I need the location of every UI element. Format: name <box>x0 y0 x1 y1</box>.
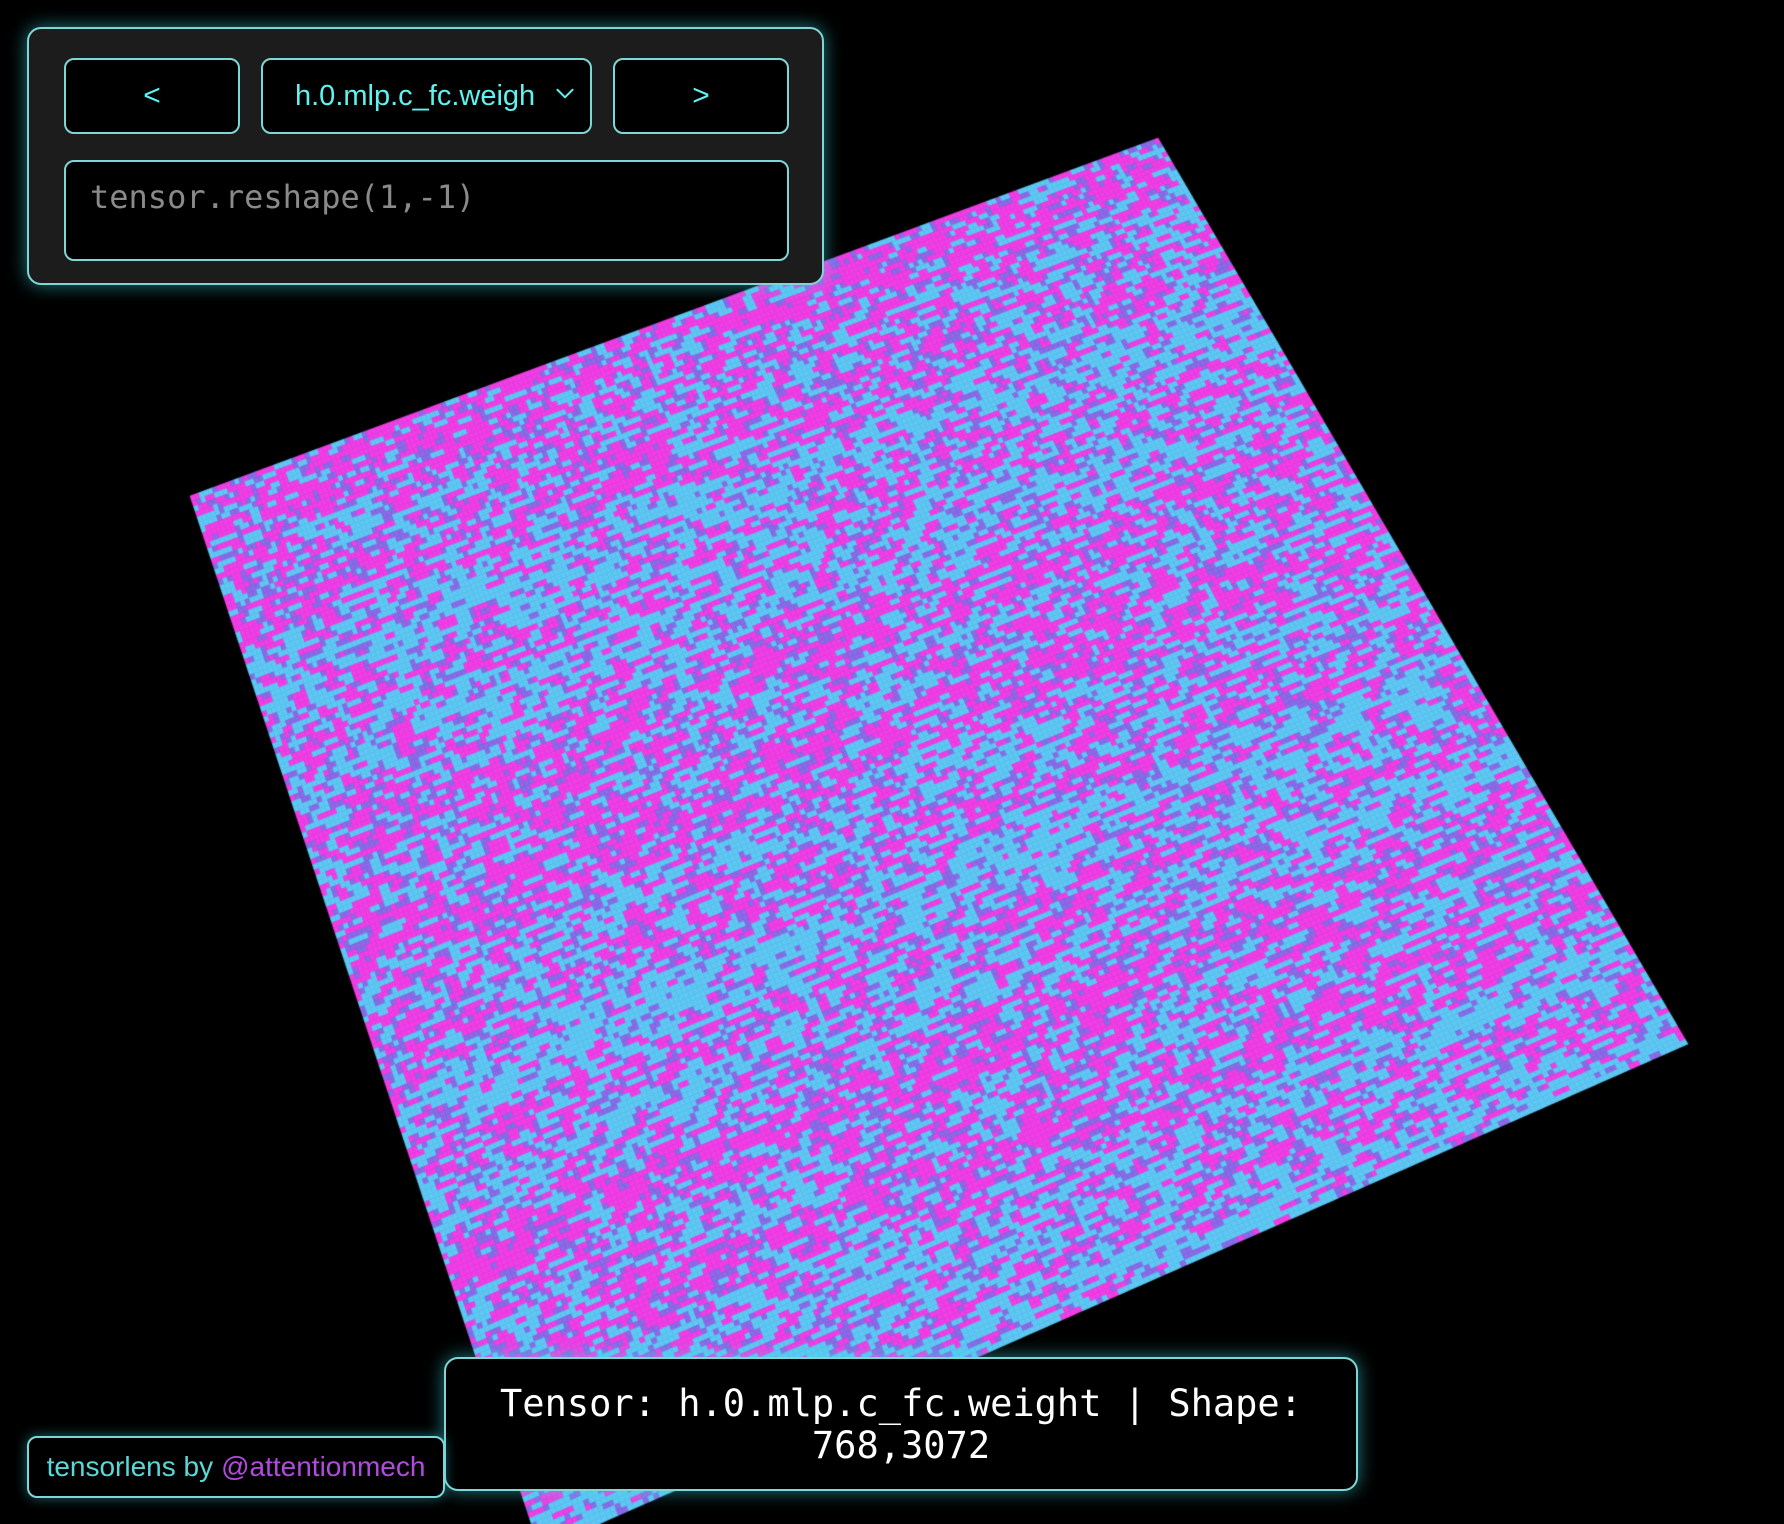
status-shape-value: 768,3072 <box>811 1424 991 1467</box>
app-name: tensorlens <box>46 1451 176 1482</box>
credit-badge: tensorlens by @attentionmech <box>27 1436 445 1498</box>
prev-tensor-button[interactable]: < <box>64 58 240 134</box>
chevron-down-icon <box>556 88 574 99</box>
status-prefix: Tensor: <box>500 1382 679 1425</box>
next-tensor-button[interactable]: > <box>613 58 789 134</box>
author-link[interactable]: @attentionmech <box>221 1451 425 1483</box>
tensor-select[interactable]: h.0.mlp.c_fc.weight <box>261 58 592 134</box>
status-tensor-name: h.0.mlp.c_fc.weight <box>678 1382 1102 1425</box>
expression-input[interactable]: tensor.reshape(1,-1) <box>64 160 789 261</box>
status-shape-label: Shape: <box>1168 1382 1302 1425</box>
status-separator: | <box>1101 1382 1169 1425</box>
tensor-select-value: h.0.mlp.c_fc.weight <box>295 80 535 112</box>
by-label: by <box>183 1451 214 1482</box>
tensor-status-panel: Tensor: h.0.mlp.c_fc.weight | Shape: 768… <box>444 1357 1358 1491</box>
control-panel: < h.0.mlp.c_fc.weight > tensor.reshape(1… <box>27 27 824 285</box>
